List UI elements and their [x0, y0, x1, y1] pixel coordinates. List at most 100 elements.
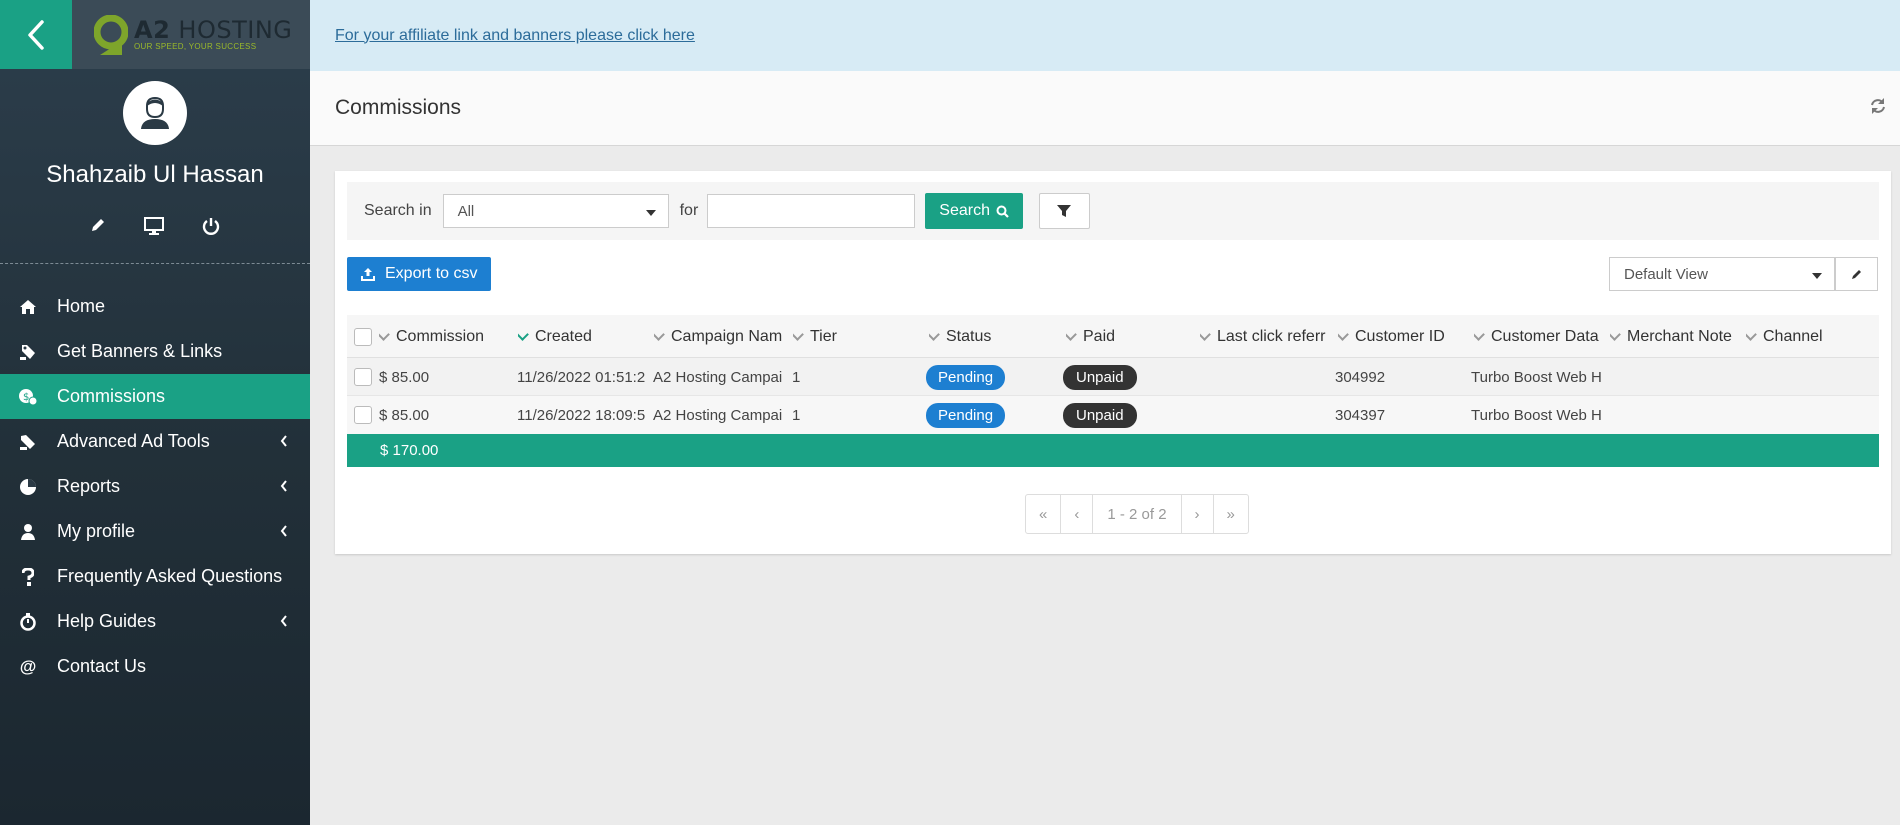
column-header-tier[interactable]: Tier — [793, 315, 919, 358]
stopwatch-icon — [17, 612, 39, 631]
sidebar: A2 HOSTING OUR SPEED, YOUR SUCCESS Shahz… — [0, 0, 310, 825]
chevron-down-icon — [1200, 327, 1211, 341]
select-all-checkbox[interactable] — [354, 327, 372, 346]
row-checkbox-cell — [354, 396, 372, 434]
total-commission: $ 170.00 — [380, 442, 439, 459]
a2-logo-icon — [93, 14, 129, 55]
cell-channel — [1745, 358, 1879, 396]
chevron-down-icon — [1338, 327, 1349, 341]
column-header-label: Customer Data — [1491, 327, 1599, 345]
user-icon — [17, 523, 39, 540]
search-scope-value: All — [457, 202, 475, 220]
brand-name: A2 HOSTING — [134, 15, 293, 44]
sidebar-item-commissions[interactable]: $ Commissions — [0, 374, 310, 419]
column-header-customer-data[interactable]: Customer Data — [1474, 315, 1610, 358]
chevron-left-icon — [28, 19, 44, 50]
sidebar-item-label: Get Banners & Links — [57, 341, 223, 361]
column-header-last-click[interactable]: Last click referr — [1200, 315, 1337, 358]
at-icon: @ — [19, 656, 37, 676]
sidebar-item-label: My profile — [57, 521, 136, 541]
cell-paid: Unpaid — [1063, 396, 1199, 434]
column-header-merchant-note[interactable]: Merchant Note — [1610, 315, 1746, 358]
pie-chart-icon — [17, 478, 39, 496]
sidebar-item-reports[interactable]: Reports — [0, 464, 310, 509]
caret-down-icon — [1812, 273, 1822, 279]
pager-first-button[interactable]: « — [1026, 495, 1062, 533]
column-header-label: Tier — [810, 327, 837, 345]
table-row[interactable]: $ 85.00 11/26/2022 18:09:5 A2 Hosting Ca… — [347, 396, 1879, 434]
edit-view-button[interactable] — [1835, 257, 1878, 291]
refresh-button[interactable] — [1870, 97, 1886, 120]
column-header-commission[interactable]: Commission — [379, 315, 513, 358]
row-checkbox-cell — [354, 358, 372, 396]
pencil-icon — [92, 219, 104, 231]
pager-prev-button[interactable]: ‹ — [1061, 495, 1094, 533]
row-checkbox[interactable] — [354, 406, 372, 424]
paid-badge: Unpaid — [1063, 402, 1137, 428]
affiliate-link[interactable]: For your affiliate link and banners plea… — [335, 27, 695, 45]
search-button-label: Search — [939, 202, 990, 219]
column-header-channel[interactable]: Channel — [1746, 315, 1879, 358]
power-icon — [202, 218, 220, 235]
sidebar-item-banners[interactable]: Get Banners & Links — [0, 329, 310, 374]
sidebar-item-faq[interactable]: Frequently Asked Questions — [0, 554, 310, 599]
table-header: Commission Created Campaign Nam Tier Sta… — [347, 315, 1879, 358]
sidebar-divider — [0, 263, 310, 264]
sidebar-item-help-guides[interactable]: Help Guides — [0, 599, 310, 644]
svg-text:$: $ — [23, 392, 29, 403]
cell-status: Pending — [926, 358, 1062, 396]
search-button[interactable]: Search — [925, 193, 1023, 229]
cell-customer-data: Turbo Boost Web H — [1471, 406, 1602, 424]
sidebar-item-label: Home — [57, 296, 106, 316]
column-header-label: Paid — [1083, 327, 1116, 345]
table-row[interactable]: $ 85.00 11/26/2022 01:51:2 A2 Hosting Ca… — [347, 358, 1879, 396]
column-header-created[interactable]: Created — [518, 315, 654, 358]
cell-created: 11/26/2022 18:09:5 — [517, 406, 646, 424]
pager-info: 1 - 2 of 2 — [1093, 495, 1182, 533]
search-for-label: for — [679, 202, 699, 219]
desktop-view-button[interactable] — [144, 217, 164, 237]
sidebar-item-advanced-ad-tools[interactable]: Advanced Ad Tools — [0, 419, 310, 464]
cell-last-click — [1199, 358, 1335, 396]
back-button[interactable] — [0, 0, 72, 69]
sort-chevron-icon — [518, 327, 529, 341]
export-csv-button[interactable]: Export to csv — [347, 257, 492, 291]
chevron-left-icon — [280, 615, 287, 627]
pencil-icon — [1851, 270, 1861, 279]
search-scope-select[interactable]: All — [442, 194, 669, 228]
column-header-campaign[interactable]: Campaign Nam — [654, 315, 802, 358]
sidebar-item-my-profile[interactable]: My profile — [0, 509, 310, 554]
edit-profile-button[interactable] — [90, 217, 106, 237]
user-avatar-icon — [141, 96, 169, 129]
status-badge: Pending — [926, 402, 1006, 428]
user-profile: Shahzaib Ul Hassan — [0, 69, 310, 237]
avatar[interactable] — [123, 81, 187, 145]
chevron-down-icon — [1746, 327, 1757, 341]
sidebar-item-home[interactable]: Home — [0, 284, 310, 329]
column-header-label: Status — [946, 327, 992, 345]
cell-campaign: A2 Hosting Campai — [653, 368, 783, 386]
search-input[interactable] — [707, 194, 916, 228]
column-header-customer-id[interactable]: Customer ID — [1338, 315, 1474, 358]
column-header-status[interactable]: Status — [929, 315, 1065, 358]
brand-logo[interactable]: A2 HOSTING OUR SPEED, YOUR SUCCESS — [72, 0, 310, 69]
profile-actions — [0, 217, 310, 237]
tools-icon — [17, 433, 39, 451]
caret-down-icon — [645, 210, 656, 216]
logout-button[interactable] — [202, 217, 220, 237]
column-header-paid[interactable]: Paid — [1066, 315, 1202, 358]
sidebar-item-contact-us[interactable]: @ Contact Us — [0, 644, 310, 689]
view-select[interactable]: Default View — [1609, 257, 1835, 291]
filter-button[interactable] — [1038, 193, 1090, 229]
chevron-down-icon — [1066, 327, 1077, 341]
cell-campaign: A2 Hosting Campai — [653, 406, 783, 424]
chevron-down-icon — [654, 327, 665, 341]
chevron-down-icon — [929, 327, 940, 341]
pager-next-button[interactable]: › — [1182, 495, 1214, 533]
row-checkbox[interactable] — [354, 368, 372, 386]
pager-last-button[interactable]: » — [1214, 495, 1248, 533]
search-icon — [996, 205, 1009, 218]
cell-commission: $ 85.00 — [379, 406, 430, 424]
chevron-left-icon — [280, 525, 287, 537]
chevron-left-icon — [280, 480, 287, 492]
